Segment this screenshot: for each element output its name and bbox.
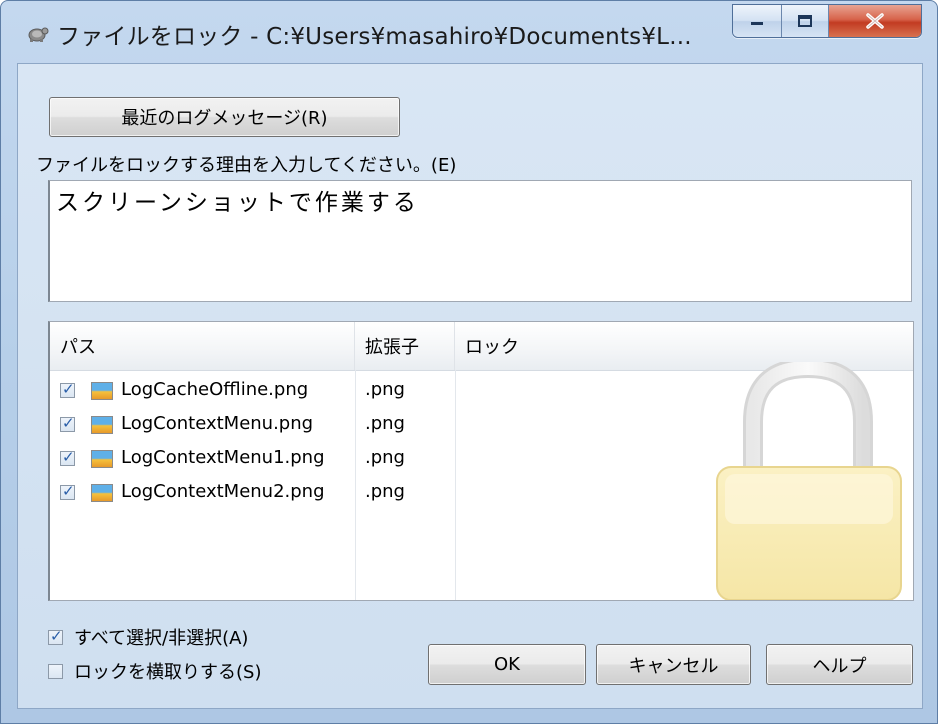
- reason-textarea[interactable]: スクリーンショットで作業する: [48, 180, 912, 302]
- select-all-label[interactable]: すべて選択/非選択(A): [74, 624, 248, 650]
- file-extension: .png: [365, 413, 405, 434]
- maximize-icon: [798, 15, 813, 27]
- tortoise-icon: [28, 27, 49, 42]
- file-path: LogCacheOffline.png: [121, 379, 309, 400]
- file-extension: .png: [365, 481, 405, 502]
- row-checkbox[interactable]: ✓: [60, 414, 75, 432]
- image-file-icon: [91, 484, 113, 502]
- file-path: LogContextMenu.png: [121, 413, 314, 434]
- column-header-extension[interactable]: 拡張子: [355, 322, 455, 370]
- close-button[interactable]: [829, 5, 921, 37]
- window-title: ファイルをロック - C:¥Users¥masahiro¥Documents¥L…: [57, 24, 692, 50]
- row-checkbox[interactable]: ✓: [60, 482, 75, 500]
- maximize-button[interactable]: [782, 5, 829, 37]
- check-mark-icon: ✓: [62, 448, 75, 466]
- list-item[interactable]: ✓ LogContextMenu1.png .png: [50, 442, 913, 476]
- list-item[interactable]: ✓ LogContextMenu2.png .png: [50, 476, 913, 510]
- list-item[interactable]: ✓ LogCacheOffline.png .png: [50, 374, 913, 408]
- minimize-button[interactable]: [733, 5, 783, 37]
- recent-log-messages-button[interactable]: 最近のログメッセージ(R): [49, 97, 400, 137]
- caption-buttons: [732, 4, 922, 38]
- reason-text: スクリーンショットで作業する: [56, 190, 419, 216]
- steal-lock-label[interactable]: ロックを横取りする(S): [74, 658, 261, 684]
- select-all-checkbox[interactable]: ✓: [48, 627, 63, 645]
- minimize-icon: [751, 22, 764, 25]
- title-bar[interactable]: ファイルをロック - C:¥Users¥masahiro¥Documents¥L…: [1, 1, 937, 63]
- image-file-icon: [91, 382, 113, 400]
- reason-label: ファイルをロックする理由を入力してください。(E): [36, 155, 457, 176]
- file-extension: .png: [365, 447, 405, 468]
- file-extension: .png: [365, 379, 405, 400]
- check-mark-icon: ✓: [62, 414, 75, 432]
- steal-lock-checkbox[interactable]: [48, 664, 63, 679]
- lock-files-dialog: ファイルをロック - C:¥Users¥masahiro¥Documents¥L…: [0, 0, 938, 724]
- file-path: LogContextMenu2.png: [121, 481, 325, 502]
- image-file-icon: [91, 416, 113, 434]
- row-checkbox[interactable]: ✓: [60, 380, 75, 398]
- help-button[interactable]: ヘルプ: [766, 644, 913, 685]
- image-file-icon: [91, 450, 113, 468]
- row-checkbox[interactable]: ✓: [60, 448, 75, 466]
- check-mark-icon: ✓: [50, 627, 63, 645]
- dialog-body: 最近のログメッセージ(R) ファイルをロックする理由を入力してください。(E) …: [17, 63, 923, 709]
- column-header-path[interactable]: パス: [50, 322, 355, 370]
- file-list[interactable]: パス 拡張子 ロック ✓ LogCacheOffline.png .png ✓ …: [48, 321, 914, 601]
- file-path: LogContextMenu1.png: [121, 447, 325, 468]
- list-item[interactable]: ✓ LogContextMenu.png .png: [50, 408, 913, 442]
- close-icon: [866, 13, 884, 29]
- ok-button[interactable]: OK: [428, 644, 586, 685]
- cancel-button[interactable]: キャンセル: [596, 644, 751, 685]
- check-mark-icon: ✓: [62, 482, 75, 500]
- check-mark-icon: ✓: [62, 380, 75, 398]
